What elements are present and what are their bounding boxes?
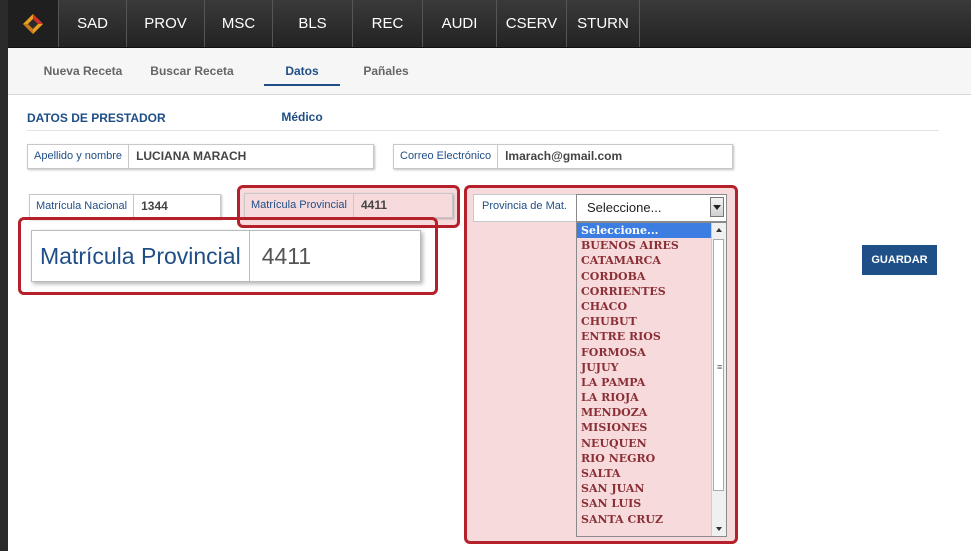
tab-nueva-receta[interactable]: Nueva Receta (40, 48, 126, 94)
nav-item-sad[interactable]: SAD (59, 0, 127, 47)
correo-label: Correo Electrónico (394, 145, 499, 168)
scroll-up-button[interactable] (712, 223, 726, 237)
grip-icon: ≡ (717, 362, 723, 372)
option-item[interactable]: CHACO (577, 299, 726, 314)
option-item[interactable]: FORMOSA (577, 345, 726, 360)
tab-datos-medico[interactable]: Datos Médico (264, 48, 340, 124)
zoom-callout: Matrícula Provincial 4411 (31, 230, 421, 282)
mat-nacional-field[interactable]: Matrícula Nacional 1344 (29, 194, 221, 219)
mat-nacional-value: 1344 (141, 199, 168, 213)
option-item[interactable]: RIO NEGRO (577, 451, 726, 466)
nombre-field[interactable]: Apellido y nombre LUCIANA MARACH (27, 144, 374, 169)
correo-value: lmarach@gmail.com (505, 149, 623, 163)
provincia-options-list[interactable]: Seleccione... BUENOS AIRES CATAMARCA COR… (576, 222, 727, 537)
option-item[interactable]: SANTA CRUZ (577, 512, 726, 527)
option-item[interactable]: JUJUY (577, 360, 726, 375)
mat-provincial-field[interactable]: Matrícula Provincial 4411 (244, 193, 453, 218)
nombre-label: Apellido y nombre (28, 145, 130, 168)
option-item[interactable]: SALTA (577, 466, 726, 481)
tab-buscar-receta[interactable]: Buscar Receta (146, 48, 238, 94)
zoom-label: Matrícula Provincial (32, 231, 250, 281)
option-item[interactable]: CORDOBA (577, 269, 726, 284)
option-item[interactable]: ENTRE RIOS (577, 329, 726, 344)
option-item[interactable]: BUENOS AIRES (577, 238, 726, 253)
chevron-down-icon (713, 204, 721, 210)
provincia-selected-value: Seleccione... (587, 200, 662, 215)
option-item[interactable]: MENDOZA (577, 405, 726, 420)
option-item[interactable]: SAN JUAN (577, 481, 726, 496)
zoom-value: 4411 (261, 243, 312, 269)
nav-item-sturn[interactable]: STURN (567, 0, 640, 47)
option-item[interactable]: CATAMARCA (577, 253, 726, 268)
option-item[interactable]: SAN LUIS (577, 496, 726, 511)
window-left-border (0, 0, 8, 551)
mat-provincial-value: 4411 (360, 198, 388, 212)
mat-provincial-label: Matrícula Provincial (245, 194, 354, 217)
scroll-down-button[interactable] (712, 522, 726, 536)
option-item[interactable]: Seleccione... (577, 223, 726, 239)
nav-item-prov[interactable]: PROV (127, 0, 205, 47)
app-logo[interactable] (8, 0, 59, 47)
section-divider (27, 130, 939, 131)
nav-item-cserv[interactable]: CSERV (497, 0, 567, 47)
option-item[interactable]: MISIONES (577, 420, 726, 435)
sub-nav-bar: Nueva Receta Buscar Receta Datos Médico … (8, 48, 971, 124)
mat-nacional-label: Matrícula Nacional (30, 195, 135, 218)
nav-item-bls[interactable]: BLS (273, 0, 353, 47)
option-item[interactable]: NEUQUEN (577, 436, 726, 451)
list-scrollbar[interactable]: ≡ (711, 223, 726, 536)
diamond-logo-icon (23, 13, 43, 34)
nav-item-audi[interactable]: AUDI (423, 0, 497, 47)
provincia-label: Provincia de Mat. (473, 194, 577, 222)
guardar-button[interactable]: GUARDAR (862, 245, 937, 275)
option-item[interactable]: CORRIENTES (577, 284, 726, 299)
tab-panales[interactable]: Pañales (360, 48, 412, 94)
arrow-up-icon (716, 228, 722, 232)
nav-bar-fill (640, 0, 971, 47)
scroll-thumb[interactable]: ≡ (713, 239, 724, 491)
section-title: DATOS DE PRESTADOR (27, 111, 166, 125)
option-item[interactable]: LA PAMPA (577, 375, 726, 390)
option-item[interactable]: LA RIOJA (577, 390, 726, 405)
nav-item-rec[interactable]: REC (353, 0, 423, 47)
dropdown-button[interactable] (710, 197, 724, 217)
provincia-select[interactable]: Seleccione... (576, 194, 727, 222)
nombre-value: LUCIANA MARACH (136, 149, 247, 163)
nav-item-msc[interactable]: MSC (205, 0, 273, 47)
correo-field[interactable]: Correo Electrónico lmarach@gmail.com (393, 144, 733, 169)
arrow-down-icon (716, 527, 722, 531)
option-item[interactable]: CHUBUT (577, 314, 726, 329)
